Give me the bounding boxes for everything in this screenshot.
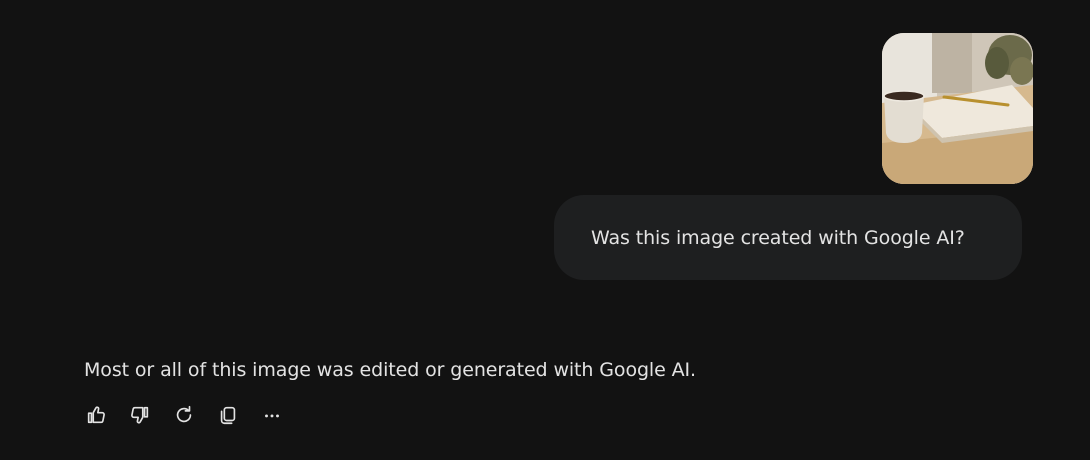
uploaded-image-graphic [882, 33, 1033, 184]
thumbs-down-button[interactable] [128, 403, 152, 427]
user-message-text: Was this image created with Google AI? [591, 226, 965, 249]
copy-button[interactable] [216, 403, 240, 427]
thumbs-up-button[interactable] [84, 403, 108, 427]
user-message-bubble: Was this image created with Google AI? [554, 195, 1022, 280]
thumbs-up-icon [87, 406, 105, 424]
more-icon [265, 414, 279, 418]
uploaded-image[interactable] [882, 33, 1033, 184]
regenerate-button[interactable] [172, 403, 196, 427]
thumbs-down-icon [131, 406, 149, 424]
chat-page: Was this image created with Google AI? M… [0, 0, 1090, 460]
refresh-icon [176, 405, 192, 423]
copy-icon [220, 406, 236, 425]
model-response-text: Most or all of this image was edited or … [84, 359, 696, 381]
more-options-button[interactable] [260, 403, 284, 427]
response-actions [84, 402, 304, 428]
